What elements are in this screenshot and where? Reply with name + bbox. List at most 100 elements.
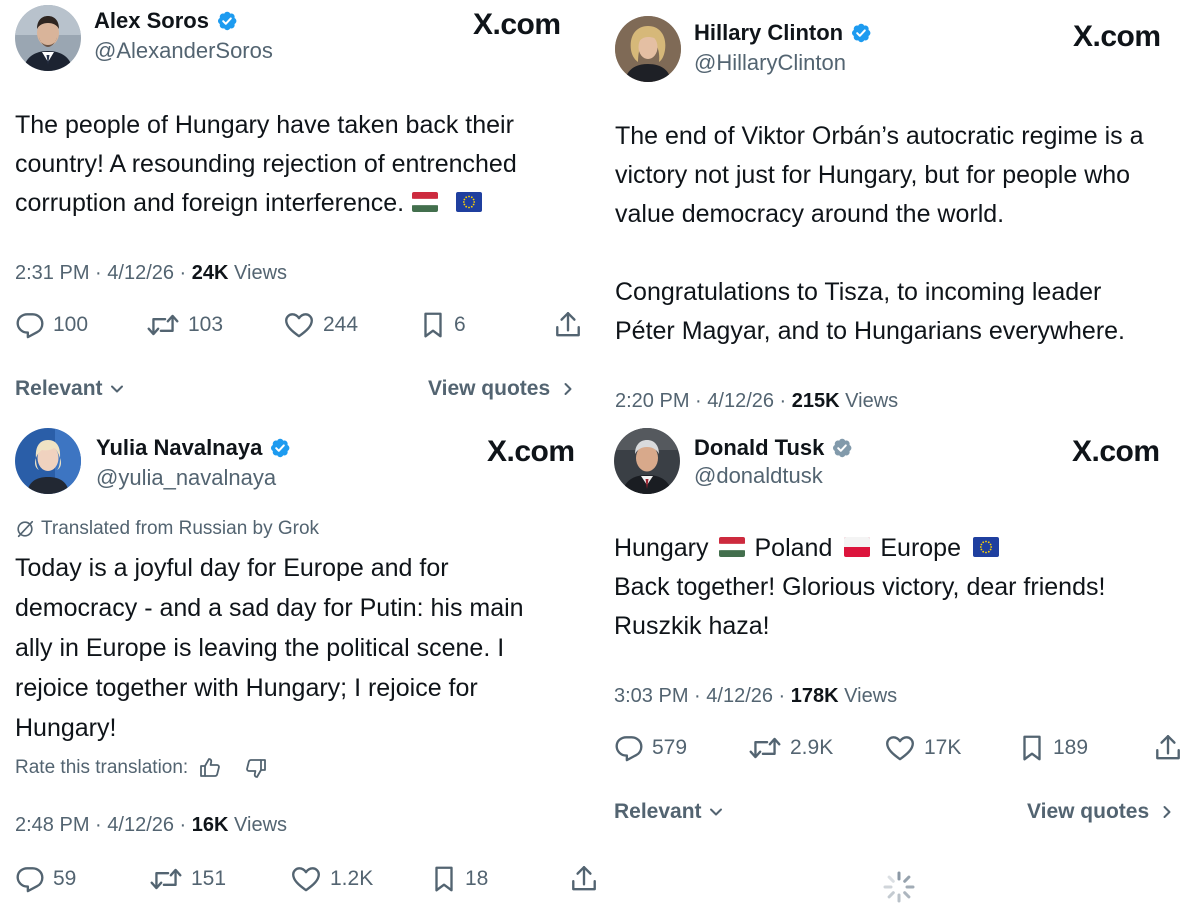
author-name-text: Donald Tusk: [694, 435, 825, 460]
tweet-card-navalnaya: Yulia Navalnaya @yulia_navalnaya X.com T…: [0, 415, 600, 908]
tweet-text-line: rejoice together with Hungary; I rejoice…: [15, 674, 478, 702]
bookmark-button[interactable]: 6: [420, 310, 466, 340]
tweet-text-line: corruption and foreign interference.: [15, 189, 405, 217]
views-count: 215K: [791, 390, 840, 412]
date[interactable]: 4/12/26: [107, 814, 174, 836]
author-name[interactable]: Alex Soros: [94, 8, 238, 34]
reply-sort-label: Relevant: [614, 800, 702, 823]
avatar-image: [15, 5, 81, 71]
chevron-right-icon: [1159, 804, 1175, 820]
tweet-text-word: Europe: [880, 534, 961, 562]
reply-icon: [15, 310, 45, 340]
date[interactable]: 4/12/26: [706, 685, 773, 707]
view-quotes-link[interactable]: View quotes: [1027, 800, 1175, 824]
bookmark-count: 189: [1053, 736, 1089, 759]
avatar-image: [615, 16, 681, 82]
repost-icon: [748, 733, 782, 763]
repost-count: 151: [191, 867, 227, 890]
share-button[interactable]: [569, 864, 599, 894]
bookmark-button[interactable]: 18: [431, 864, 488, 894]
repost-button[interactable]: 151: [149, 864, 226, 894]
reply-sort-dropdown[interactable]: Relevant: [15, 377, 125, 401]
verified-badge-icon: [831, 437, 853, 459]
author-name-text: Alex Soros: [94, 8, 209, 33]
grok-icon: [15, 519, 35, 539]
tweet-text-line: democracy - and a sad day for Putin: his…: [15, 594, 524, 622]
eu-flag-icon: [456, 192, 482, 212]
avatar[interactable]: [15, 428, 81, 494]
share-button[interactable]: [1153, 733, 1183, 763]
repost-icon: [149, 864, 183, 894]
avatar[interactable]: [15, 5, 81, 71]
author-name[interactable]: Donald Tusk: [694, 435, 853, 461]
like-button[interactable]: 1.2K: [290, 864, 373, 894]
date[interactable]: 4/12/26: [107, 262, 174, 284]
reply-sort-dropdown[interactable]: Relevant: [614, 800, 724, 824]
bookmark-icon: [431, 864, 457, 894]
date[interactable]: 4/12/26: [707, 390, 774, 412]
tweet-text-line: Back together! Glorious victory, dear fr…: [614, 573, 1106, 601]
author-name[interactable]: Yulia Navalnaya: [96, 435, 291, 461]
tweet-text-line: victory not just for Hungary, but for pe…: [615, 161, 1131, 189]
tweet-card-tusk: Donald Tusk @donaldtusk X.com Hungary Pol…: [600, 415, 1200, 908]
share-button[interactable]: [553, 310, 583, 340]
views-count: 16K: [191, 814, 229, 836]
action-bar: 579 2.9K 17K 189: [614, 733, 1186, 765]
tweet-text-line: The end of Viktor Orbán’s autocratic reg…: [615, 122, 1144, 150]
tweet-text: Hungary Poland Europe Back together! Glori…: [614, 529, 1105, 646]
repost-button[interactable]: 2.9K: [748, 733, 833, 763]
timestamp[interactable]: 2:20 PM: [615, 390, 689, 412]
verified-badge-icon: [269, 437, 291, 459]
bookmark-count: 18: [465, 867, 489, 890]
timestamp[interactable]: 3:03 PM: [614, 685, 688, 707]
like-count: 1.2K: [330, 867, 374, 890]
tweet-card-soros: Alex Soros @AlexanderSoros X.com The peo…: [0, 0, 600, 415]
action-bar: 100 103 244 6: [15, 310, 587, 342]
author-handle[interactable]: @HillaryClinton: [694, 50, 846, 76]
repost-button[interactable]: 103: [146, 310, 223, 340]
timestamp[interactable]: 2:31 PM: [15, 262, 89, 284]
view-quotes-link[interactable]: View quotes: [428, 377, 576, 401]
avatar-image: [15, 428, 81, 494]
author-handle[interactable]: @donaldtusk: [694, 463, 823, 489]
repost-count: 2.9K: [790, 736, 834, 759]
author-handle[interactable]: @AlexanderSoros: [94, 38, 273, 64]
reply-count: 59: [53, 867, 77, 890]
like-button[interactable]: 244: [283, 310, 358, 340]
brand-label: X.com: [1073, 20, 1161, 53]
tweet-meta: 2:20 PM · 4/12/26 · 215K Views: [615, 390, 899, 412]
views-label: Views: [844, 685, 898, 707]
like-count: 17K: [924, 736, 962, 759]
like-button[interactable]: 17K: [884, 733, 961, 763]
timestamp[interactable]: 2:48 PM: [15, 814, 89, 836]
bookmark-icon: [1019, 733, 1045, 763]
avatar[interactable]: [615, 16, 681, 82]
share-icon: [569, 864, 599, 894]
poland-flag-icon: [844, 537, 870, 557]
tweet-text: The people of Hungary have taken back th…: [15, 106, 517, 223]
reply-button[interactable]: 100: [15, 310, 88, 340]
views-count: 24K: [191, 262, 229, 284]
tweet-text-word: Poland: [754, 534, 833, 562]
bookmark-count: 6: [454, 313, 466, 336]
action-bar: 59 151 1.2K 18: [15, 864, 600, 896]
heart-icon: [884, 733, 916, 763]
thumbs-down-icon[interactable]: [244, 756, 268, 780]
author-name[interactable]: Hillary Clinton: [694, 20, 872, 46]
brand-label: X.com: [1072, 435, 1160, 468]
thumbs-up-icon[interactable]: [198, 756, 222, 780]
reply-button[interactable]: 579: [614, 733, 687, 763]
reply-count: 100: [53, 313, 89, 336]
verified-badge-icon: [216, 10, 238, 32]
tweet-text: The end of Viktor Orbán’s autocratic reg…: [615, 117, 1144, 351]
repost-count: 103: [188, 313, 224, 336]
translation-notice[interactable]: Translated from Russian by Grok: [15, 518, 319, 540]
reply-sort-label: Relevant: [15, 377, 103, 400]
author-handle[interactable]: @yulia_navalnaya: [96, 465, 276, 491]
hungary-flag-icon: [412, 192, 438, 212]
avatar[interactable]: [614, 428, 680, 494]
reply-button[interactable]: 59: [15, 864, 76, 894]
rate-translation: Rate this translation:: [15, 756, 268, 780]
bookmark-button[interactable]: 189: [1019, 733, 1088, 763]
brand-label: X.com: [473, 8, 561, 41]
